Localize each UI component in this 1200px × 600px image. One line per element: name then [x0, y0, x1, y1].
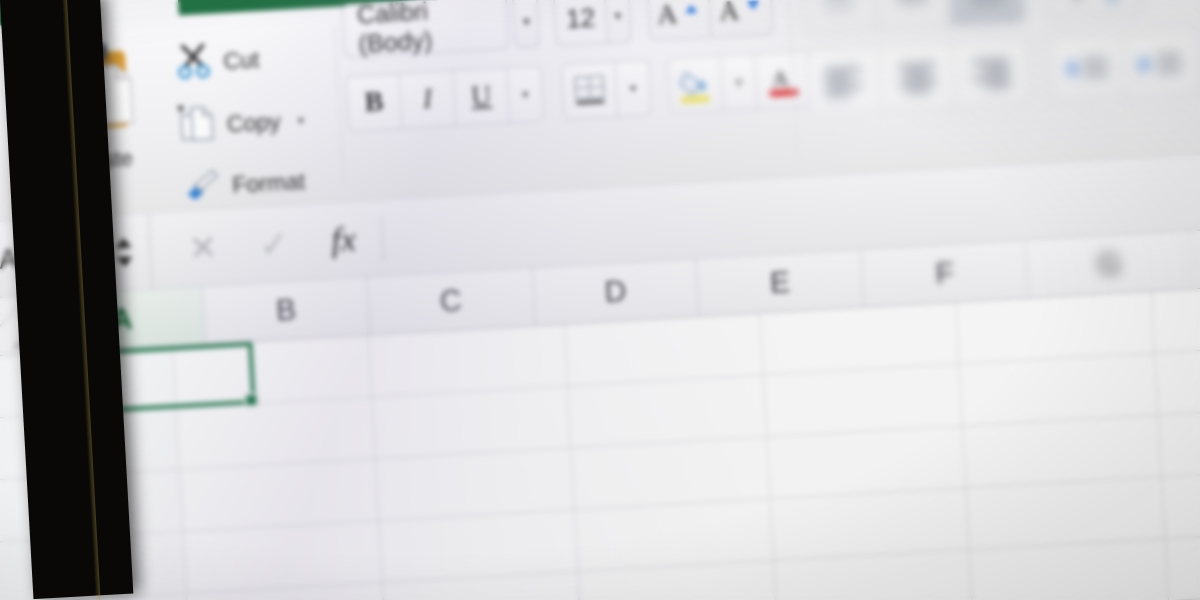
top-align-button[interactable] — [800, 0, 878, 35]
select-all-corner[interactable] — [0, 295, 42, 358]
chevron-down-icon: ▾ — [614, 7, 622, 24]
decrease-indent-button[interactable] — [1048, 32, 1126, 103]
font-family-input[interactable]: Calibri (Body) — [341, 0, 510, 59]
name-box[interactable]: A1 — [0, 213, 154, 300]
cell-f1[interactable] — [956, 291, 1156, 365]
font-family-dropdown[interactable]: ▾ — [512, 0, 541, 49]
italic-button[interactable]: I — [399, 70, 457, 130]
insert-function-button[interactable]: fx — [330, 221, 357, 260]
cell-a3[interactable] — [0, 470, 184, 543]
name-box-value: A1 — [0, 241, 35, 275]
bottom-align-button[interactable] — [947, 0, 1026, 27]
chevron-down-icon: ▾ — [735, 75, 743, 90]
cell-g3[interactable] — [1158, 404, 1200, 478]
excel-window: Home Insert Page Layout Formulas Data Re… — [0, 0, 1200, 600]
clipboard-icon — [56, 40, 145, 142]
orientation-button[interactable]: ab — [1043, 0, 1144, 22]
svg-text:A: A — [657, 0, 679, 30]
alignment-group: ab — [800, 0, 1200, 117]
cell-c3[interactable] — [376, 448, 576, 522]
cell-g5[interactable] — [1165, 528, 1200, 600]
middle-align-button[interactable] — [874, 0, 952, 31]
cell-b2[interactable] — [176, 397, 377, 471]
cell-g2[interactable] — [1155, 342, 1200, 416]
copy-caret-icon[interactable]: ▾ — [297, 112, 304, 128]
format-label: Format — [231, 167, 306, 198]
confirm-entry-button[interactable]: ✓ — [258, 222, 290, 266]
align-center-button[interactable] — [878, 42, 957, 113]
svg-text:A: A — [718, 0, 740, 26]
column-header-f[interactable]: F — [861, 240, 1030, 307]
cell-f3[interactable] — [963, 415, 1163, 489]
font-color-button[interactable]: A — [754, 50, 812, 110]
column-header-c[interactable]: C — [367, 268, 536, 335]
paste-label: Paste — [75, 145, 134, 174]
active-cell-selection[interactable] — [56, 341, 259, 415]
fill-color-button[interactable] — [666, 55, 725, 115]
caret-down-icon — [116, 256, 133, 267]
cell-e2[interactable] — [763, 364, 964, 438]
screenshot-stage: Home Insert Page Layout Formulas Data Re… — [0, 0, 1200, 600]
cell-b4[interactable] — [183, 521, 383, 594]
column-header-g[interactable]: G — [1025, 231, 1194, 298]
chevron-down-icon: ▾ — [521, 87, 529, 102]
font-group: Calibri (Body) ▾ 12 ▾ A A B I U ▾ ▾ ▾ A — [341, 0, 846, 133]
increase-indent-button[interactable] — [1122, 28, 1200, 99]
cell-c4[interactable] — [379, 510, 579, 584]
borders-dropdown[interactable]: ▾ — [615, 59, 653, 118]
format-painter-button[interactable]: Format — [182, 163, 308, 207]
cell-g4[interactable] — [1162, 466, 1200, 540]
clipboard-group: Paste ▾ Cut Copy ▾ Format — [38, 15, 338, 211]
borders-button[interactable] — [561, 61, 619, 121]
paste-button[interactable]: Paste — [38, 25, 166, 211]
font-size-input[interactable]: 12 — [553, 0, 608, 47]
chevron-down-icon: ▾ — [522, 12, 531, 29]
cell-a2[interactable] — [0, 408, 181, 482]
cell-d4[interactable] — [575, 499, 775, 573]
copy-button[interactable]: Copy ▾ — [179, 100, 305, 148]
column-header-d[interactable]: D — [532, 258, 700, 326]
fill-handle[interactable] — [244, 392, 259, 408]
cell-c1[interactable] — [369, 324, 569, 398]
laptop-screen: Home Insert Page Layout Formulas Data Re… — [0, 0, 1200, 600]
align-left-button[interactable] — [804, 46, 883, 117]
increase-font-size-button[interactable]: A — [646, 0, 712, 42]
column-header-b[interactable]: B — [202, 277, 371, 344]
cell-e4[interactable] — [770, 488, 971, 562]
align-right-button[interactable] — [952, 38, 1031, 109]
cell-a4[interactable] — [0, 532, 188, 600]
svg-text:ab: ab — [1064, 0, 1092, 5]
cell-f2[interactable] — [959, 353, 1159, 427]
cell-e1[interactable] — [760, 302, 960, 376]
cut-label: Cut — [222, 46, 260, 75]
cell-f5[interactable] — [970, 539, 1170, 600]
copy-label: Copy — [226, 108, 282, 137]
scissors-icon — [175, 42, 211, 85]
cell-d2[interactable] — [568, 375, 768, 449]
paste-caret-icon[interactable]: ▾ — [177, 99, 185, 117]
svg-text:A: A — [771, 66, 788, 92]
font-size-dropdown[interactable]: ▾ — [604, 0, 633, 44]
underline-dropdown[interactable]: ▾ — [507, 65, 545, 124]
caret-up-icon — [115, 237, 132, 249]
cancel-entry-button[interactable]: ✕ — [188, 227, 219, 269]
cell-e3[interactable] — [767, 426, 967, 500]
decrease-font-size-button[interactable]: A — [708, 0, 774, 38]
cell-d3[interactable] — [571, 437, 771, 511]
column-header-e[interactable]: E — [696, 249, 865, 316]
cell-c2[interactable] — [372, 386, 572, 460]
bold-button[interactable]: B — [345, 73, 403, 133]
cut-button[interactable]: Cut — [175, 37, 301, 85]
chevron-down-icon: ▾ — [629, 81, 637, 96]
name-box-spinner[interactable] — [113, 235, 135, 269]
paintbrush-icon — [182, 168, 220, 207]
cell-b3[interactable] — [180, 459, 380, 533]
cell-g1[interactable] — [1151, 280, 1200, 354]
column-header-a[interactable]: A — [38, 286, 206, 353]
underline-button[interactable]: U — [453, 67, 511, 127]
cell-d1[interactable] — [564, 313, 764, 387]
fill-color-dropdown[interactable]: ▾ — [720, 53, 758, 112]
cell-f4[interactable] — [966, 477, 1166, 551]
